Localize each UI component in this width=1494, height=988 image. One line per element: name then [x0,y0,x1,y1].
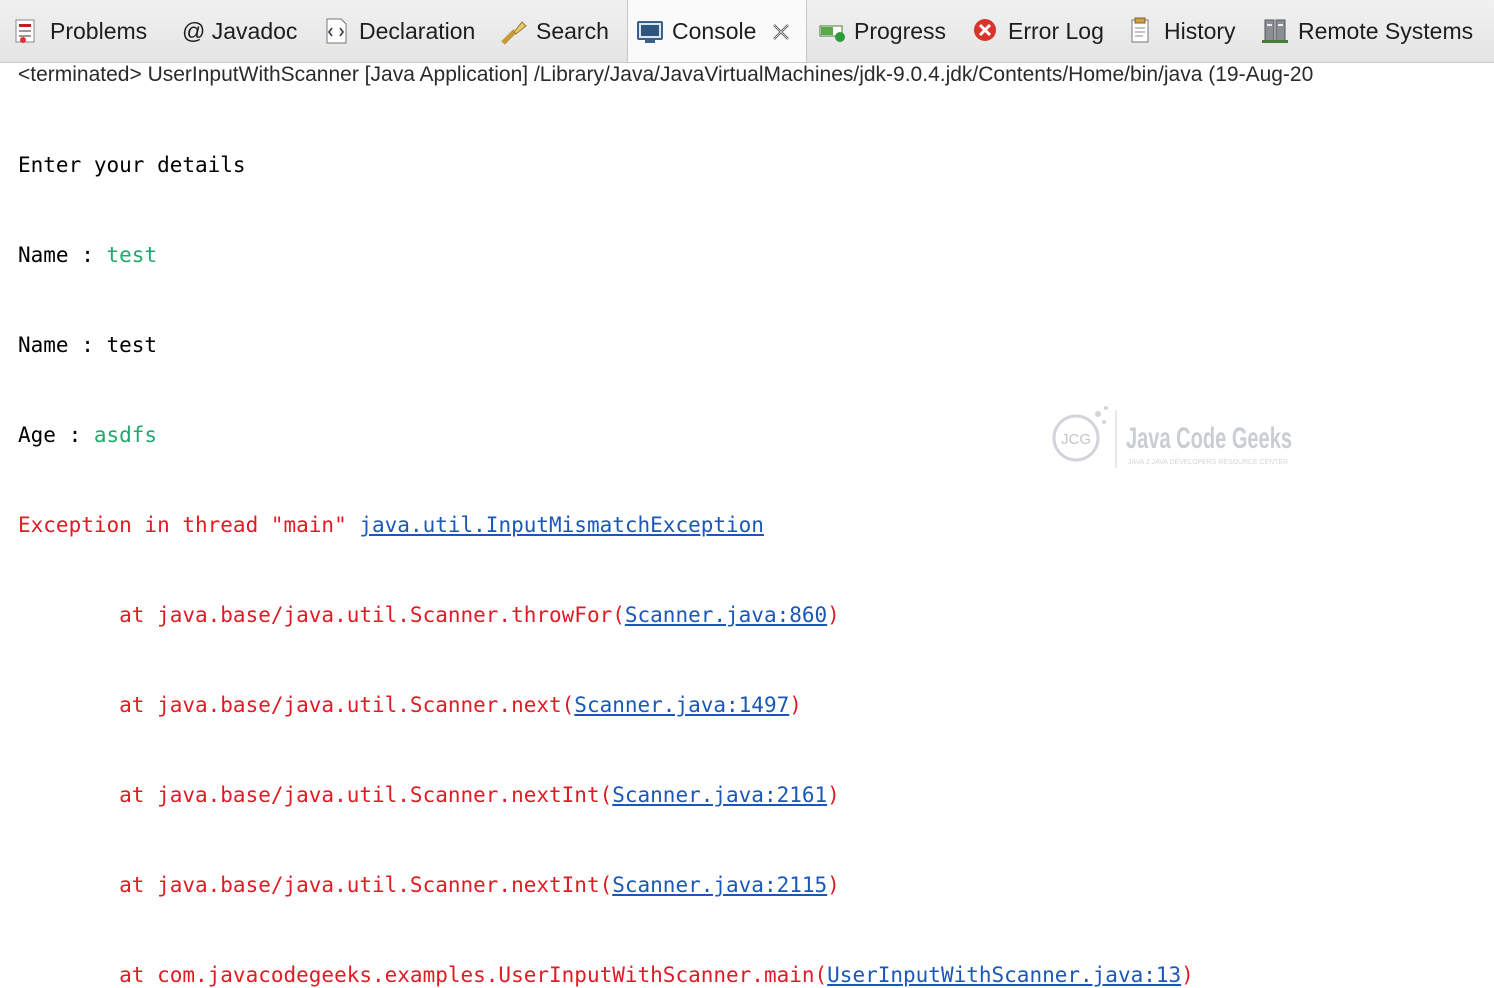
tab-search[interactable]: Search [500,0,609,62]
user-input-text: asdfs [93,423,158,447]
source-link[interactable]: Scanner.java:2161 [612,783,827,807]
source-link[interactable]: Scanner.java:2115 [612,873,827,897]
stack-frame-text: ) [789,693,802,717]
stack-frame-text: at java.base/java.util.Scanner.nextInt( [18,873,613,897]
stack-frame-text: at java.base/java.util.Scanner.nextInt( [18,783,613,807]
search-icon [500,16,528,46]
close-icon[interactable] [770,21,792,43]
console-output[interactable]: Enter your details Name : test Name : te… [18,90,1194,988]
tab-progress[interactable]: Progress [818,0,946,62]
user-input-text: test [106,243,158,267]
console-status-line: <terminated> UserInputWithScanner [Java … [18,63,1314,86]
problems-icon [14,16,42,46]
stack-frame-text: at java.base/java.util.Scanner.next( [18,693,575,717]
remote-systems-icon [1262,16,1290,46]
watermark-title: Java Code Geeks [1126,422,1292,455]
tab-console[interactable]: Console [627,0,807,62]
stack-frame-text: ) [827,873,840,897]
tab-error-log[interactable]: Error Log [972,0,1104,62]
exception-link[interactable]: java.util.InputMismatchException [359,513,764,537]
stack-frame-line: at java.base/java.util.Scanner.nextInt(S… [18,870,1194,900]
console-icon [636,17,664,47]
view-tab-bar: Problems @ Javadoc Declaration Search Co… [0,0,1494,63]
stack-frame-line: at java.base/java.util.Scanner.next(Scan… [18,690,1194,720]
stack-frame-line: at java.base/java.util.Scanner.nextInt(S… [18,780,1194,810]
stack-frame-text: ) [1181,963,1194,987]
error-log-icon [972,16,1000,46]
history-icon [1128,16,1156,46]
source-link[interactable]: Scanner.java:1497 [574,693,789,717]
stack-frame-text: ) [827,603,840,627]
watermark-tagline: JAVA 2 JAVA DEVELOPERS RESOURCE CENTER [1128,459,1288,466]
progress-icon [818,16,846,46]
tab-history[interactable]: History [1128,0,1236,62]
tab-problems[interactable]: Problems [14,0,147,62]
stack-frame-text: at com.javacodegeeks.examples.UserInputW… [18,963,828,987]
prompt-text: Age : [18,423,94,447]
prompt-text: Name : [18,243,107,267]
tab-remote-systems[interactable]: Remote Systems [1262,0,1473,62]
stack-frame-text: at java.base/java.util.Scanner.throwFor( [18,603,625,627]
tab-javadoc[interactable]: @ Javadoc [182,0,297,62]
tab-declaration[interactable]: Declaration [323,0,475,62]
exception-line: Exception in thread "main" java.util.Inp… [18,510,1194,540]
jcg-logo-text: JCG [1061,431,1091,448]
console-line: Name : test [18,333,158,357]
console-line: Age : asdfs [18,420,1194,450]
stack-frame-line: at com.javacodegeeks.examples.UserInputW… [18,960,1194,988]
declaration-icon [323,16,351,46]
stack-frame-text: ) [827,783,840,807]
java-code-geeks-watermark: JCG Java Code Geeks JAVA 2 JAVA DEVELOPE… [1048,402,1298,474]
source-link[interactable]: UserInputWithScanner.java:13 [827,963,1181,987]
console-line: Enter your details [18,153,246,177]
source-link[interactable]: Scanner.java:860 [625,603,827,627]
stack-frame-line: at java.base/java.util.Scanner.throwFor(… [18,600,1194,630]
exception-text: Exception in thread "main" [18,513,360,537]
console-line: Name : test [18,240,1194,270]
